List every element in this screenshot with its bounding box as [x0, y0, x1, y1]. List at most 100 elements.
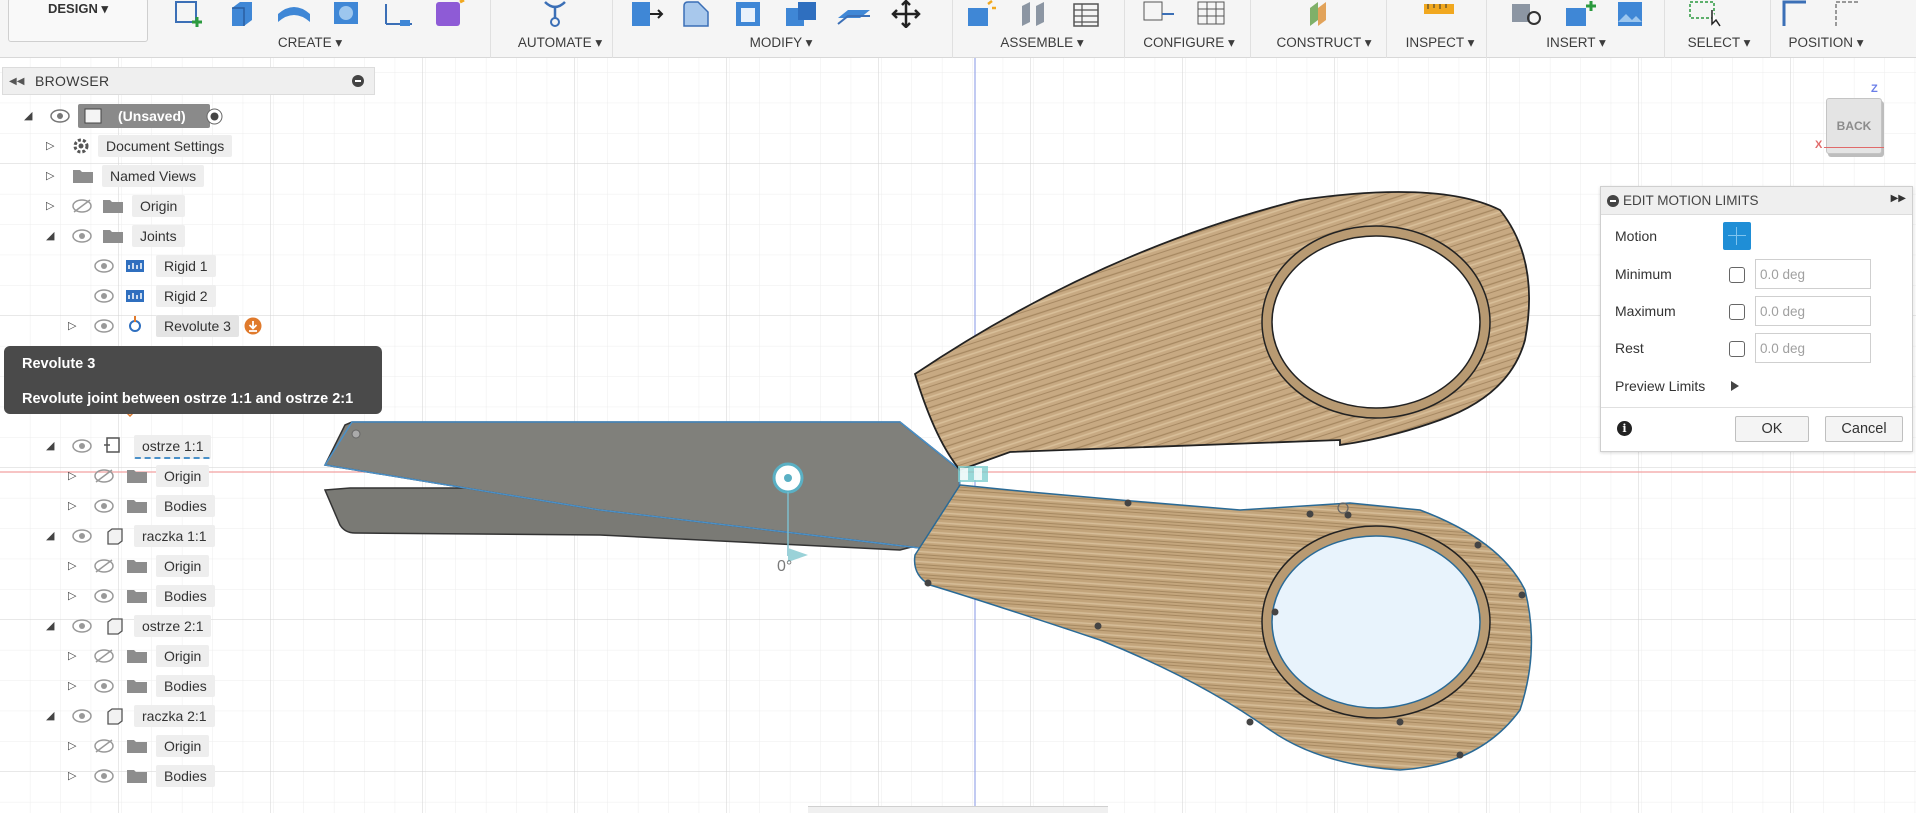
visibility-eye-icon[interactable]: [94, 769, 114, 783]
collapsed-arrow-icon[interactable]: ▷: [68, 740, 80, 752]
expanded-arrow-icon[interactable]: ◢: [24, 110, 36, 122]
hidden-eye-icon[interactable]: [94, 559, 114, 573]
tree-item-origin[interactable]: ▷ Origin: [0, 733, 380, 759]
expanded-arrow-icon[interactable]: ◢: [46, 530, 58, 542]
tree-item-bodies[interactable]: ▷ Bodies: [0, 583, 380, 609]
viewcube-face[interactable]: BACK: [1826, 98, 1882, 154]
select-window-icon[interactable]: [1686, 0, 1726, 28]
assemble-menu[interactable]: ASSEMBLE ▾: [962, 35, 1122, 51]
revolve-icon[interactable]: [274, 0, 314, 28]
motion-type-button[interactable]: [1723, 222, 1751, 250]
shell-icon[interactable]: [730, 0, 770, 28]
maximum-checkbox[interactable]: [1729, 304, 1745, 320]
revert-position-icon[interactable]: [1828, 0, 1868, 28]
extrude-icon[interactable]: [222, 0, 262, 28]
preview-limits-row[interactable]: Preview Limits: [1601, 369, 1912, 403]
expanded-arrow-icon[interactable]: ◢: [46, 440, 58, 452]
insert-canvas-icon[interactable]: [1612, 0, 1652, 28]
offset-face-icon[interactable]: [834, 0, 874, 28]
combine-icon[interactable]: [782, 0, 822, 28]
insert-mesh-icon[interactable]: [1560, 0, 1600, 28]
fillet-icon[interactable]: [678, 0, 718, 28]
visibility-eye-icon[interactable]: [72, 529, 92, 543]
automate-menu[interactable]: AUTOMATE ▾: [500, 35, 620, 51]
visibility-eye-icon[interactable]: [94, 259, 114, 273]
tree-item-origin[interactable]: ▷ Origin: [0, 193, 380, 219]
visibility-eye-icon[interactable]: [94, 589, 114, 603]
activate-radio-icon[interactable]: [206, 108, 223, 125]
measure-icon[interactable]: [1420, 0, 1460, 28]
offset-plane-icon[interactable]: [1304, 0, 1344, 28]
browser-header[interactable]: ◀◀ BROWSER: [2, 67, 375, 95]
tree-item-bodies[interactable]: ▷ Bodies: [0, 763, 380, 789]
collapsed-arrow-icon[interactable]: ▷: [68, 680, 80, 692]
tree-item-origin[interactable]: ▷ Origin: [0, 643, 380, 669]
collapsed-arrow-icon[interactable]: ▷: [68, 500, 80, 512]
visibility-eye-icon[interactable]: [72, 709, 92, 723]
collapsed-arrow-icon[interactable]: ▷: [68, 560, 80, 572]
tree-item-ostrze-1-1[interactable]: ◢ ostrze 1:1: [0, 433, 380, 459]
collapsed-arrow-icon[interactable]: ▷: [46, 140, 58, 152]
create-sketch-icon[interactable]: [170, 0, 210, 28]
minimum-input[interactable]: 0.0 deg: [1755, 259, 1871, 289]
collapsed-arrow-icon[interactable]: ▷: [46, 200, 58, 212]
tree-item-revolute-3[interactable]: ▷ Revolute 3: [0, 313, 380, 339]
expanded-arrow-icon[interactable]: ◢: [46, 710, 58, 722]
visibility-eye-icon[interactable]: [72, 229, 92, 243]
motion-limits-badge-icon[interactable]: [244, 317, 262, 335]
minimum-checkbox[interactable]: [1729, 267, 1745, 283]
tree-item-bodies[interactable]: ▷ Bodies: [0, 673, 380, 699]
collapse-browser-icon[interactable]: ◀◀: [9, 76, 27, 87]
visibility-eye-icon[interactable]: [94, 319, 114, 333]
press-pull-icon[interactable]: [626, 0, 666, 28]
rest-input[interactable]: 0.0 deg: [1755, 333, 1871, 363]
bom-icon[interactable]: [1066, 0, 1106, 28]
ok-button[interactable]: OK: [1735, 416, 1809, 442]
tree-item-raczka-2-1[interactable]: ◢ raczka 2:1: [0, 703, 380, 729]
visibility-eye-icon[interactable]: [72, 439, 92, 453]
new-component-icon[interactable]: [962, 0, 1002, 28]
cancel-button[interactable]: Cancel: [1825, 416, 1903, 442]
insert-derive-icon[interactable]: [1508, 0, 1548, 28]
tree-item-raczka-1-1[interactable]: ◢ raczka 1:1: [0, 523, 380, 549]
tree-root[interactable]: ◢ (Unsaved): [0, 103, 380, 129]
tree-item-rigid-2[interactable]: Rigid 2: [0, 283, 380, 309]
visibility-eye-icon[interactable]: [94, 499, 114, 513]
create-menu[interactable]: CREATE ▾: [80, 35, 540, 51]
modify-menu[interactable]: MODIFY ▾: [626, 35, 936, 51]
dialog-expand-icon[interactable]: ▶▶: [1891, 193, 1906, 204]
collapsed-arrow-icon[interactable]: ▷: [68, 650, 80, 662]
expanded-arrow-icon[interactable]: ◢: [46, 620, 58, 632]
dialog-header[interactable]: EDIT MOTION LIMITS ▶▶: [1601, 187, 1912, 215]
collapsed-arrow-icon[interactable]: ▷: [68, 770, 80, 782]
hidden-eye-icon[interactable]: [94, 469, 114, 483]
insert-menu[interactable]: INSERT ▾: [1496, 35, 1656, 51]
tree-item-document-settings[interactable]: ▷ Document Settings: [0, 133, 380, 159]
hole-icon[interactable]: [326, 0, 366, 28]
inspect-menu[interactable]: INSPECT ▾: [1396, 35, 1484, 51]
info-icon[interactable]: i: [1617, 421, 1632, 436]
visibility-eye-icon[interactable]: [72, 619, 92, 633]
construct-menu[interactable]: CONSTRUCT ▾: [1260, 35, 1388, 51]
tree-item-joints[interactable]: ◢ Joints: [0, 223, 380, 249]
tree-item-named-views[interactable]: ▷ Named Views: [0, 163, 380, 189]
tree-item-origin[interactable]: ▷ Origin: [0, 463, 380, 489]
configure-icon[interactable]: [1140, 0, 1180, 28]
collapsed-arrow-icon[interactable]: ▷: [46, 170, 58, 182]
visibility-eye-icon[interactable]: [50, 109, 70, 123]
bottom-toolbar[interactable]: [808, 806, 1108, 813]
play-icon[interactable]: [1731, 381, 1739, 391]
rest-checkbox[interactable]: [1729, 341, 1745, 357]
maximum-input[interactable]: 0.0 deg: [1755, 296, 1871, 326]
configure-menu[interactable]: CONFIGURE ▾: [1134, 35, 1244, 51]
dialog-minimize-icon[interactable]: [1607, 194, 1619, 207]
configuration-table-icon[interactable]: [1192, 0, 1232, 28]
automate-icon[interactable]: [535, 0, 575, 28]
position-menu[interactable]: POSITION ▾: [1776, 35, 1876, 51]
collapsed-arrow-icon[interactable]: ▷: [68, 320, 80, 332]
hidden-eye-icon[interactable]: [94, 739, 114, 753]
tree-item-ostrze-2-1[interactable]: ◢ ostrze 2:1: [0, 613, 380, 639]
collapsed-arrow-icon[interactable]: ▷: [68, 470, 80, 482]
move-icon[interactable]: [886, 0, 926, 28]
tree-item-origin[interactable]: ▷ Origin: [0, 553, 380, 579]
